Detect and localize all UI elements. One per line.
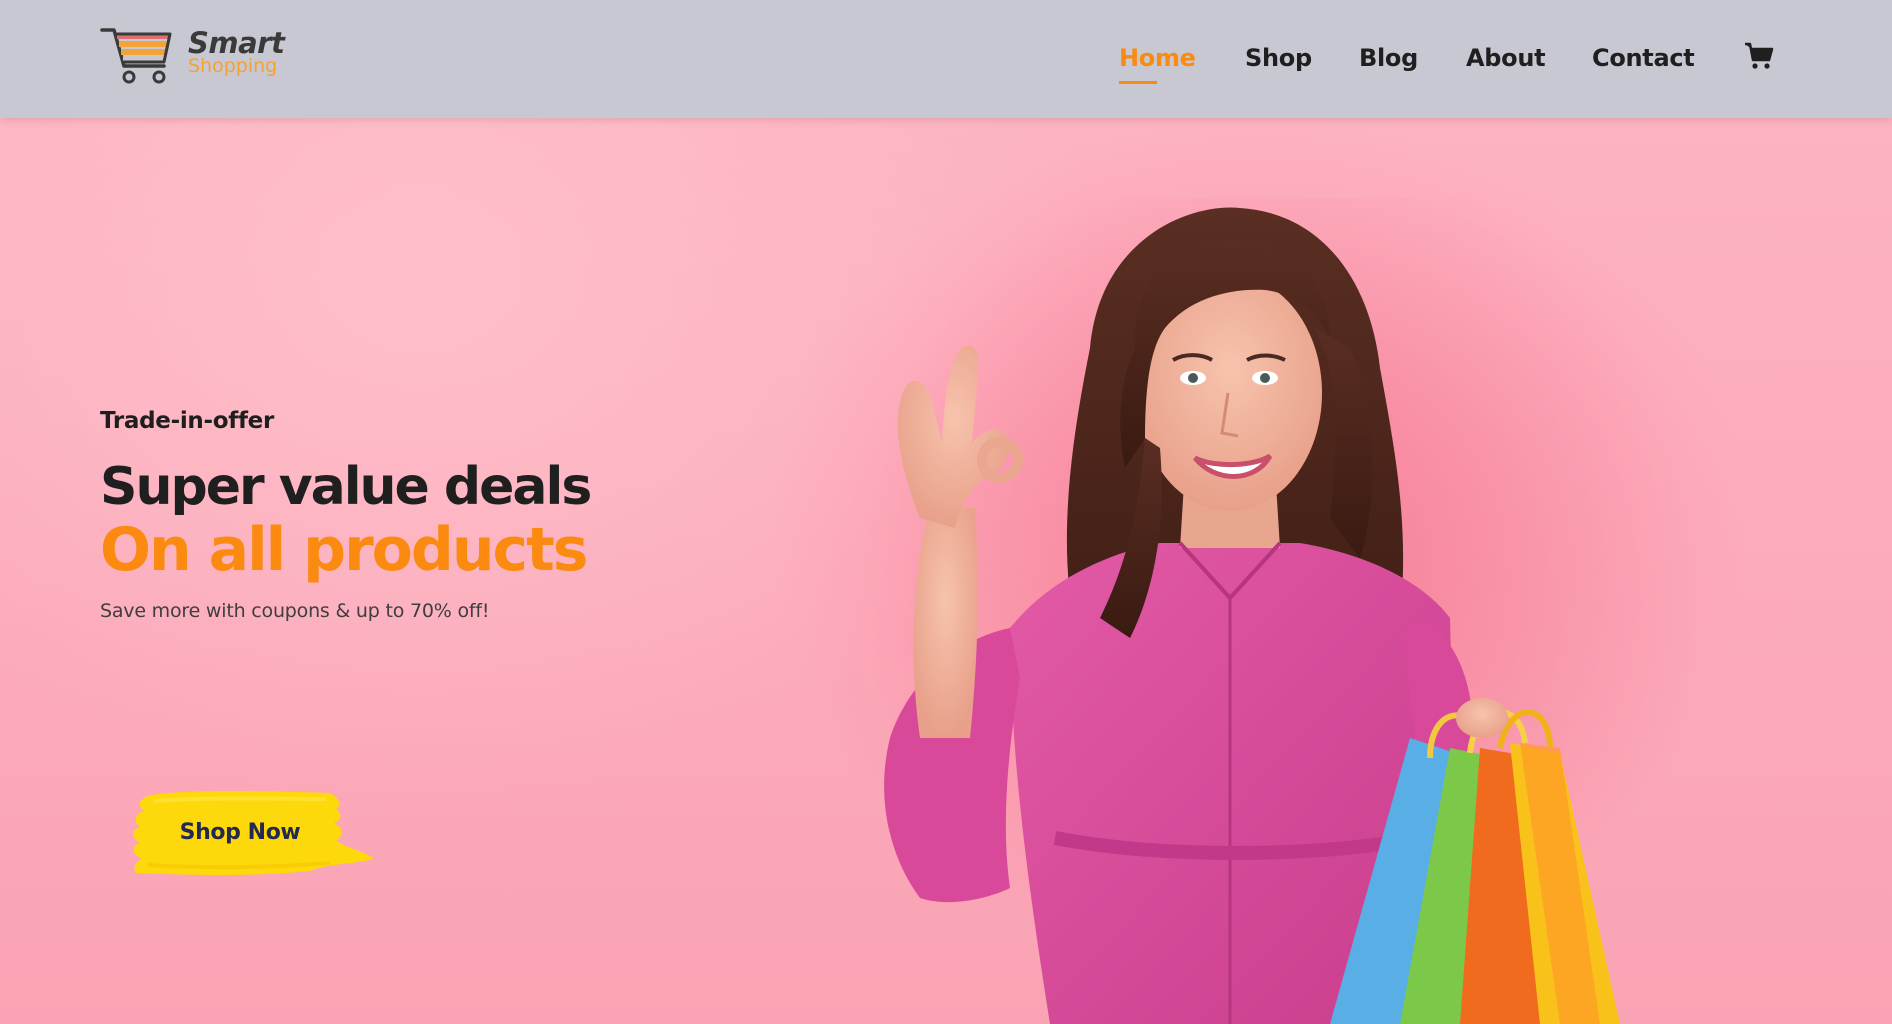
hero-title: Super value deals <box>100 457 592 517</box>
hero-title-highlight: On all products <box>100 515 589 585</box>
hero-content: Trade-in-offer Super value deals On all … <box>100 408 720 622</box>
shop-now-button[interactable]: Shop Now <box>130 787 380 879</box>
site-header: Smart Shopping Home Shop Blog About Cont… <box>0 0 1892 118</box>
nav-item-about[interactable]: About <box>1466 38 1546 78</box>
hero-subtitle: Save more with coupons & up to 70% off! <box>100 600 490 622</box>
shop-now-label: Shop Now <box>179 820 301 845</box>
nav-item-blog[interactable]: Blog <box>1359 38 1418 78</box>
hero-banner: Trade-in-offer Super value deals On all … <box>0 118 1892 1024</box>
nav-item-contact[interactable]: Contact <box>1592 38 1695 78</box>
nav-item-home[interactable]: Home <box>1119 38 1196 84</box>
shopping-cart-icon[interactable] <box>1744 42 1774 70</box>
hero-kicker: Trade-in-offer <box>100 408 274 434</box>
hero-model-image <box>860 198 1700 1024</box>
nav-item-shop[interactable]: Shop <box>1245 38 1312 78</box>
main-nav: Home Shop Blog About Contact <box>0 38 1892 84</box>
